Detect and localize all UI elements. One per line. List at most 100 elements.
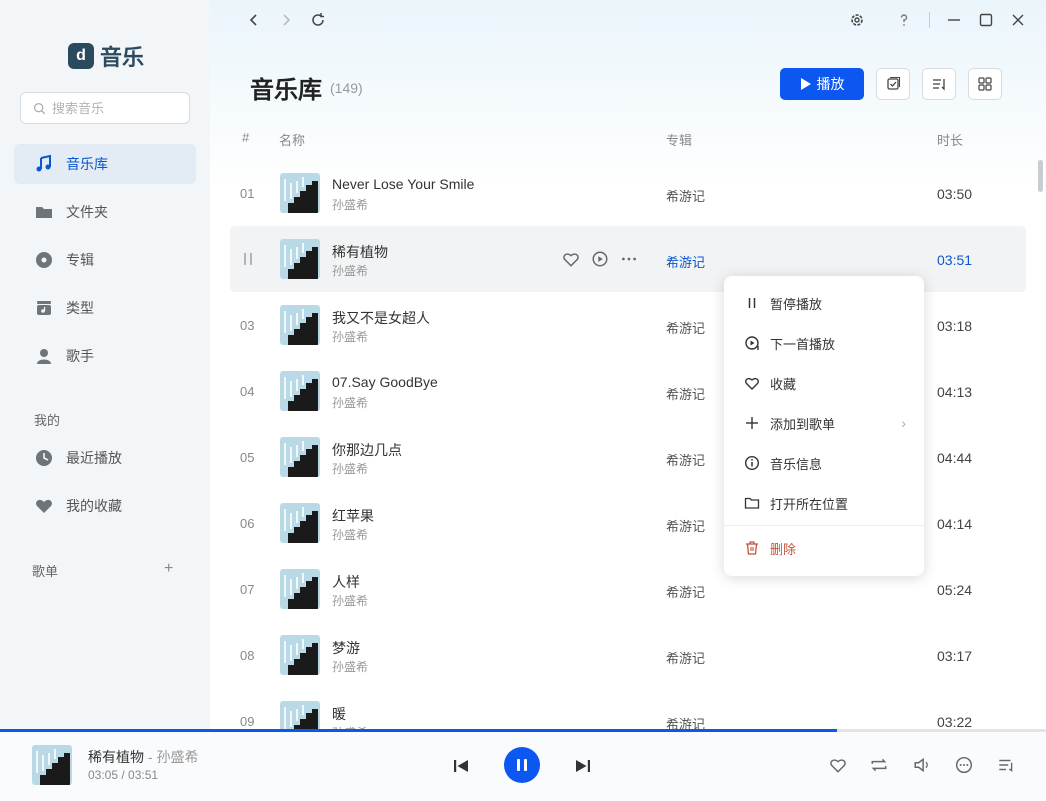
song-cover [280,503,320,543]
sidebar-item-library[interactable]: 音乐库 [14,144,196,184]
help-button[interactable] [894,10,914,30]
song-cover [280,239,320,279]
song-duration: 03:51 [937,252,973,268]
view-mode-button[interactable] [968,68,1002,100]
song-duration: 03:18 [937,318,973,334]
disc-icon [36,252,52,268]
column-header-album[interactable]: 专辑 [666,130,692,149]
minimize-button[interactable] [944,10,964,30]
song-row[interactable]: 01 Never Lose Your Smile 孙盛希 希游记 03:50 [230,160,1026,226]
song-duration: 03:17 [937,648,973,664]
play-next-icon [745,336,759,350]
sidebar-item-favorites[interactable]: 我的收藏 [14,486,196,526]
menu-item-music-info[interactable]: 音乐信息 [724,443,924,483]
column-header-name[interactable]: 名称 [279,130,305,149]
sort-button[interactable] [922,68,956,100]
menu-item-label: 删除 [770,541,797,557]
genre-icon [37,301,51,315]
album-cover-art [32,745,72,785]
album-cover-art [280,239,320,279]
menu-item-play-next[interactable]: 下一首播放 [724,323,924,363]
song-artist[interactable]: 孙盛希 [332,328,368,345]
play-next-icon[interactable] [591,250,609,268]
heart-outline-icon[interactable] [829,756,847,774]
heart-outline-icon [745,377,759,390]
song-cover [280,371,320,411]
player-bar: 稀有植物 - 孙盛希 03:05 / 03:51 [0,732,1046,801]
song-album[interactable]: 希游记 [666,582,705,601]
song-artist[interactable]: 孙盛希 [332,460,368,477]
column-header-duration[interactable]: 时长 [937,130,963,149]
maximize-button[interactable] [976,10,996,30]
repeat-icon[interactable] [870,756,888,774]
search-box[interactable] [20,92,190,124]
heart-outline-icon[interactable] [562,250,580,268]
menu-item-label: 暂停播放 [770,296,823,312]
settings-button[interactable] [847,10,867,30]
playing-pause-icon[interactable] [242,251,254,267]
song-artist[interactable]: 孙盛希 [332,196,368,213]
play-pause-button[interactable] [504,747,540,783]
minimize-icon [948,19,960,21]
more-icon[interactable] [955,756,973,774]
song-artist[interactable]: 孙盛希 [332,394,368,411]
play-all-button[interactable]: 播放 [780,68,864,100]
song-album[interactable]: 希游记 [666,384,705,403]
song-album[interactable]: 希游记 [666,648,705,667]
song-title: 暖 [332,706,346,722]
song-title: 稀有植物 [332,244,388,260]
sidebar-item-albums[interactable]: 专辑 [14,240,196,280]
song-album[interactable]: 希游记 [666,186,705,205]
song-album[interactable]: 希游记 [666,318,705,337]
multi-select-button[interactable] [876,68,910,100]
search-input[interactable] [52,100,172,116]
menu-item-delete[interactable]: 删除 [724,528,924,568]
close-button[interactable] [1008,10,1028,30]
song-duration: 03:22 [937,714,973,730]
checkbox-icon [887,76,901,90]
menu-item-pause[interactable]: 暂停播放 [724,283,924,323]
chevron-left-icon [249,14,257,26]
heart-icon [36,499,52,513]
forward-button[interactable] [276,10,296,30]
info-icon [744,455,760,471]
song-artist[interactable]: 孙盛希 [332,592,368,609]
scrollbar-thumb[interactable] [1038,160,1043,192]
chevron-right-icon [283,14,291,26]
song-album[interactable]: 希游记 [666,450,705,469]
menu-item-favorite[interactable]: 收藏 [724,363,924,403]
sidebar-item-folders[interactable]: 文件夹 [14,192,196,232]
song-title: Never Lose Your Smile [332,176,475,192]
menu-item-label: 添加到歌单 [770,416,836,432]
menu-divider [724,525,924,526]
section-label-mine: 我的 [34,413,61,428]
song-artist[interactable]: 孙盛希 [332,262,368,279]
sidebar-item-artists[interactable]: 歌手 [14,336,196,376]
sidebar-item-label: 专辑 [66,252,94,268]
next-button[interactable] [573,756,593,776]
playlist-queue-icon[interactable] [997,756,1015,774]
back-button[interactable] [244,10,264,30]
menu-item-add-to-playlist[interactable]: 添加到歌单 › [724,403,924,443]
sidebar-item-recent[interactable]: 最近播放 [14,438,196,478]
song-album[interactable]: 希游记 [666,252,705,271]
now-playing-cover[interactable] [32,745,72,785]
album-cover-art [280,503,320,543]
add-playlist-button[interactable]: + [164,560,173,578]
song-row[interactable]: 08 梦游 孙盛希 希游记 03:17 [230,622,1026,688]
refresh-button[interactable] [308,10,328,30]
song-number: 09 [240,714,255,729]
section-label-playlists: 歌单 [32,564,59,579]
previous-button[interactable] [451,756,471,776]
song-title: 人样 [332,574,360,590]
song-artist[interactable]: 孙盛希 [332,526,368,543]
song-number: 08 [240,648,255,663]
more-icon[interactable] [620,250,638,268]
song-album[interactable]: 希游记 [666,516,705,535]
song-duration: 04:44 [937,450,973,466]
close-icon [1012,14,1024,26]
sidebar-item-genres[interactable]: 类型 [14,288,196,328]
menu-item-open-location[interactable]: 打开所在位置 [724,483,924,523]
volume-icon[interactable] [913,756,931,774]
song-artist[interactable]: 孙盛希 [332,658,368,675]
